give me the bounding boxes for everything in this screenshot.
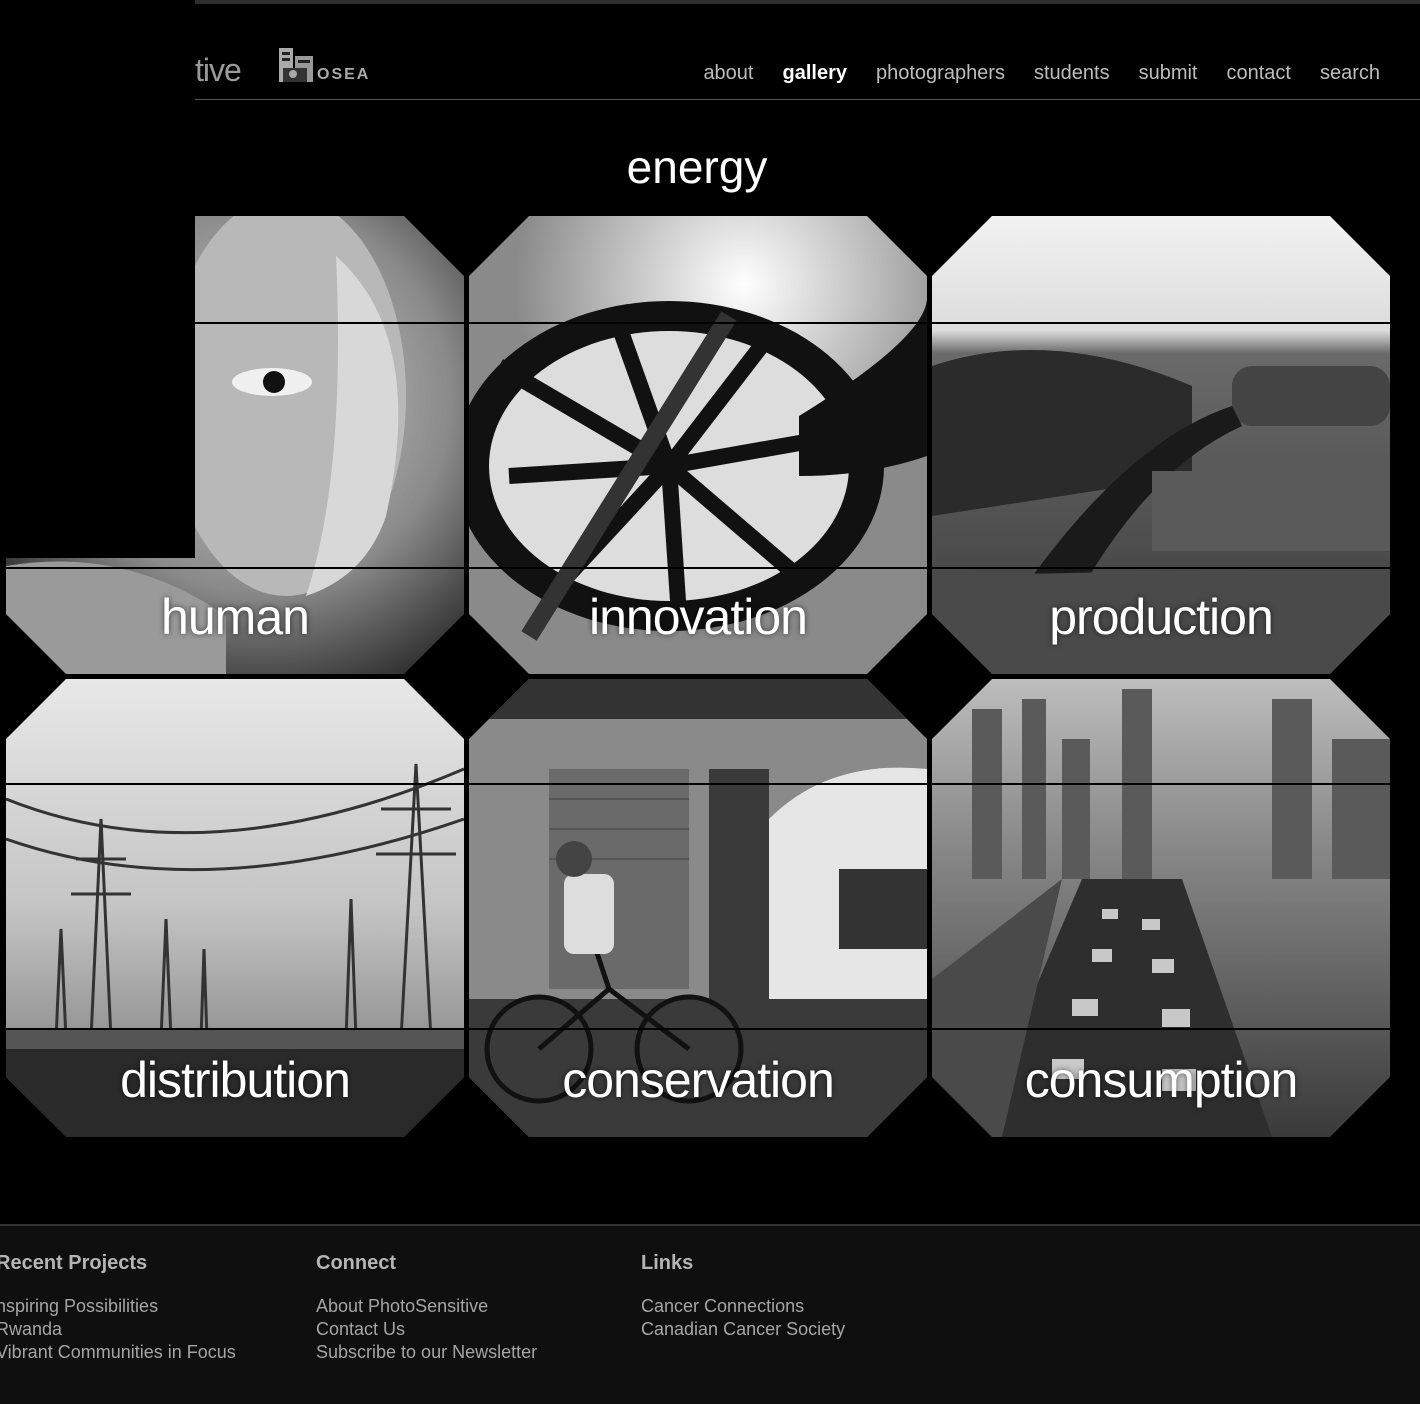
tile-label-consumption: consumption: [1024, 1052, 1299, 1108]
tile-label-conservation: conservation: [562, 1052, 835, 1108]
tile-divider: [932, 1028, 1390, 1030]
footer-connect: Connect About PhotoSensitive Contact Us …: [316, 1252, 537, 1364]
nav-photographers[interactable]: photographers: [876, 62, 1005, 85]
footer-heading-links: Links: [641, 1252, 694, 1274]
tile-divider: [6, 1028, 464, 1030]
nav-search[interactable]: search: [1320, 62, 1380, 85]
tile-divider: [932, 783, 1390, 785]
tile-divider: [469, 1028, 927, 1030]
footer-heading-connect: Connect: [316, 1252, 396, 1274]
tile-divider: [6, 567, 464, 569]
gallery-title: energy: [626, 141, 768, 193]
tile-divider: [6, 783, 464, 785]
site-brand-text[interactable]: tive: [195, 52, 242, 89]
tile-divider: [469, 783, 927, 785]
footer-link-about-photosensitive[interactable]: About PhotoSensitive: [316, 1295, 537, 1318]
footer-link-cancer-connections[interactable]: Cancer Connections: [641, 1295, 845, 1318]
footer-recent-projects: Recent Projects nspiring Possibilities R…: [0, 1252, 236, 1364]
tile-distribution[interactable]: distribution: [6, 679, 464, 1137]
nav-about[interactable]: about: [703, 62, 753, 85]
nav-students[interactable]: students: [1034, 62, 1110, 85]
footer-links: Links Cancer Connections Canadian Cancer…: [641, 1252, 845, 1341]
tile-label-innovation: innovation: [589, 589, 808, 645]
nav-submit[interactable]: submit: [1139, 62, 1198, 85]
tile-innovation[interactable]: innovation: [469, 216, 927, 674]
tile-conservation[interactable]: conservation: [469, 679, 927, 1137]
tile-consumption[interactable]: consumption: [932, 679, 1390, 1137]
site-header: tive OSEA about gallery photographers st…: [195, 40, 1420, 100]
top-bar: [195, 0, 1420, 4]
tile-production[interactable]: production: [932, 216, 1390, 674]
main-nav: about gallery photographers students sub…: [703, 62, 1380, 85]
building-logo-icon: [279, 48, 313, 82]
tile-divider: [932, 322, 1390, 324]
site-footer: Recent Projects nspiring Possibilities R…: [0, 1224, 1420, 1404]
logo-text: OSEA: [317, 66, 371, 83]
osea-logo[interactable]: OSEA: [279, 46, 375, 86]
footer-link-newsletter[interactable]: Subscribe to our Newsletter: [316, 1341, 537, 1364]
footer-link-inspiring-possibilities[interactable]: nspiring Possibilities: [0, 1295, 236, 1318]
footer-link-rwanda[interactable]: Rwanda: [0, 1318, 236, 1341]
tile-divider: [932, 567, 1390, 569]
footer-link-contact-us[interactable]: Contact Us: [316, 1318, 537, 1341]
tile-label-human: human: [161, 589, 310, 645]
tile-divider: [469, 567, 927, 569]
tile-label-distribution: distribution: [120, 1052, 351, 1108]
nav-contact[interactable]: contact: [1226, 62, 1290, 85]
overlay-panel: [0, 0, 195, 558]
tile-label-production: production: [1049, 589, 1274, 645]
tile-divider: [469, 322, 927, 324]
footer-link-canadian-cancer-society[interactable]: Canadian Cancer Society: [641, 1318, 845, 1341]
nav-gallery[interactable]: gallery: [783, 62, 847, 85]
footer-link-vibrant-communities[interactable]: Vibrant Communities in Focus: [0, 1341, 236, 1364]
footer-heading-recent-projects: Recent Projects: [0, 1252, 148, 1274]
